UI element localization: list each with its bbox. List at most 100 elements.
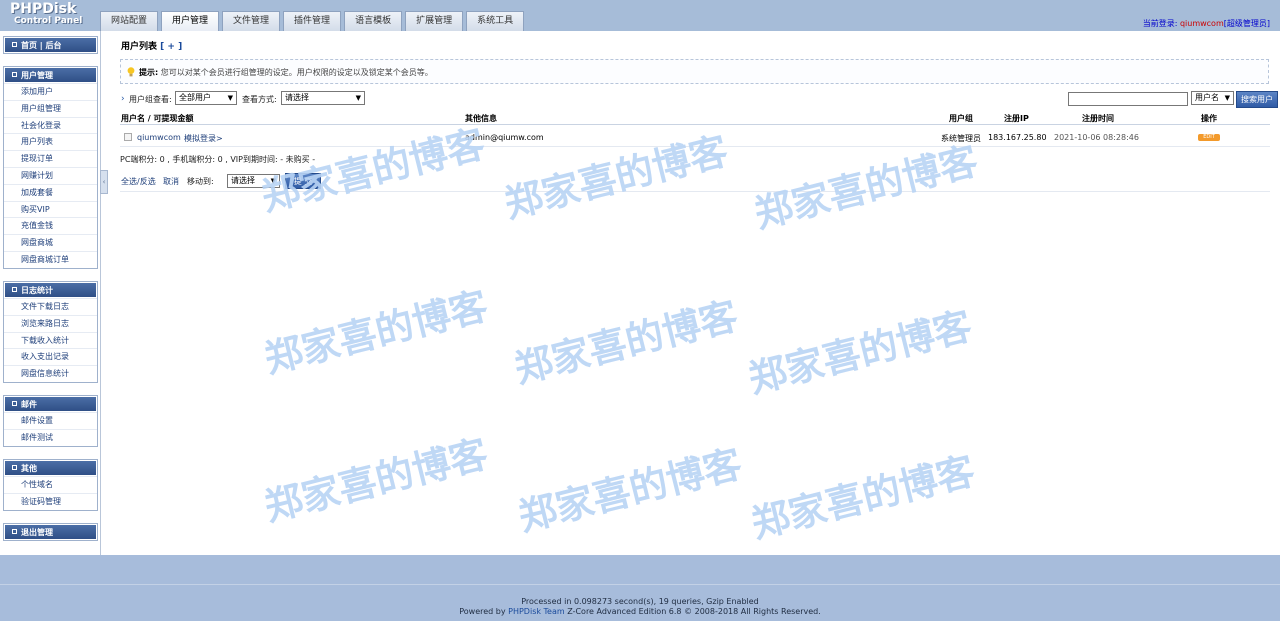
edit-button[interactable]: EDIT [1198,134,1220,141]
sidebar-section-header[interactable]: 其他 [4,460,97,476]
phpdisk-team-link[interactable]: PHPDisk Team [508,607,565,616]
sidebar-item-download-income[interactable]: 下载收入统计 [4,331,97,349]
tab-file-management[interactable]: 文件管理 [222,11,281,31]
sidebar-item-buy-vip[interactable]: 购买VIP [4,200,97,218]
footer-divider [0,584,1280,585]
chevron-down-icon: ▼ [1224,94,1230,102]
sidebar-item-captcha[interactable]: 验证码管理 [4,492,97,510]
tip-text: 提示: 您可以对某个会员进行组管理的设定。用户权限的设定以及锁定某个会员等。 [139,68,433,77]
sidebar-item-add-user[interactable]: 添加用户 [4,83,97,100]
user-email: admin@qiumw.com [465,133,544,142]
login-prefix: 当前登录: [1142,19,1178,28]
search-user-button[interactable]: 搜索用户 [1236,91,1278,108]
sidebar-section-header[interactable]: 日志统计 [4,282,97,298]
tab-extension-management[interactable]: 扩展管理 [405,11,464,31]
view-mode-select[interactable]: 请选择 ▼ [281,91,365,105]
sidebar-section-other: 其他 个性域名 验证码管理 [3,459,98,511]
group-filter-select[interactable]: 全部用户 ▼ [175,91,237,105]
main-content: 用户列表 [ + ] 提示: 您可以对某个会员进行组管理的设定。用户权限的设定以… [110,31,1278,555]
search-input[interactable] [1068,92,1188,106]
sidebar-item-disk-store[interactable]: 网盘商城 [4,234,97,251]
sidebar-home-link[interactable]: 首页 | 后台 [4,37,97,53]
bulk-actions: 全选/反选 取消 移动到: 请选择 ▼ 提 交 [120,172,1270,192]
sidebar-collapse-handle[interactable]: ‹ [100,170,108,194]
sidebar-item-bonus-package[interactable]: 加成套餐 [4,183,97,201]
sidebar-item-earn-plan[interactable]: 网赚计划 [4,166,97,184]
square-icon [12,465,17,470]
move-to-label: 移动到: [187,177,214,186]
register-ip: 183.167.25.80 [988,133,1047,142]
sidebar-section-logs: 日志统计 文件下载日志 浏览来路日志 下载收入统计 收入支出记录 网盘信息统计 [3,281,98,383]
select-all-link[interactable]: 全选/反选 [121,176,156,187]
login-role: [超级管理员] [1223,19,1270,28]
username-link[interactable]: qiumwcom [137,133,181,142]
sidebar-item-download-log[interactable]: 文件下载日志 [4,298,97,315]
sidebar-item-social-login[interactable]: 社会化登录 [4,116,97,134]
square-icon [12,401,17,406]
sidebar-item-withdraw-orders[interactable]: 提现订单 [4,150,97,167]
table-header: 用户名 / 可提现金额 其他信息 用户组 注册IP 注册时间 操作 [120,111,1270,125]
tab-system-tools[interactable]: 系统工具 [466,11,525,31]
impersonate-login-link[interactable]: 模拟登录> [184,133,223,144]
main-tabs: 网站配置 用户管理 文件管理 插件管理 语言模板 扩展管理 系统工具 [100,11,527,31]
page-title: 用户列表 [ + ] [121,42,183,52]
chevron-right-icon: › [121,94,125,104]
chevron-down-icon: ▼ [227,94,233,102]
column-header: 注册IP [1004,114,1029,123]
chevron-down-icon: ▼ [355,94,361,102]
square-icon [12,72,17,77]
current-login: 当前登录: qiumwcom[超级管理员] [1143,18,1270,29]
sidebar-section-mail: 邮件 邮件设置 邮件测试 [3,395,98,447]
sidebar-item-income-expense[interactable]: 收入支出记录 [4,348,97,365]
sidebar-home-box: 首页 | 后台 [3,36,98,54]
sidebar-item-disk-store-orders[interactable]: 网盘商城订单 [4,250,97,268]
sidebar-item-mail-settings[interactable]: 邮件设置 [4,412,97,429]
view-mode-label: 查看方式: [242,95,277,104]
tip-box: 提示: 您可以对某个会员进行组管理的设定。用户权限的设定以及锁定某个会员等。 [120,59,1269,84]
column-header: 用户组 [949,114,973,123]
points-info: PC端积分: 0 , 手机端积分: 0 , VIP到期时间: - 未购买 - [120,155,316,164]
footer-powered: Powered by PHPDisk Team Z-Core Advanced … [459,607,821,616]
group-filter-label: 用户组查看: [129,95,172,104]
column-header: 操作 [1201,114,1217,123]
filter-bar: › 用户组查看: 全部用户 ▼ 查看方式: 请选择 ▼ 用户名 ▼ 搜索用户 [120,91,1278,109]
tab-site-config[interactable]: 网站配置 [100,11,159,31]
login-user-link[interactable]: qiumwcom [1180,19,1224,28]
sidebar-item-mail-test[interactable]: 邮件测试 [4,428,97,446]
logo-subtitle: Control Panel [14,16,83,26]
square-icon [12,42,17,47]
register-time: 2021-10-06 08:28:46 [1054,133,1139,142]
tab-plugin-management[interactable]: 插件管理 [283,11,342,31]
add-user-link[interactable]: [ + ] [160,42,182,52]
logo-title: PHPDisk [10,1,77,17]
sidebar-logout-link[interactable]: 退出管理 [4,524,97,540]
footer: Processed in 0.098273 second(s), 19 quer… [0,555,1280,621]
sidebar-item-recharge[interactable]: 充值金钱 [4,217,97,234]
chevron-down-icon: ▼ [270,177,276,185]
table-row: qiumwcom 模拟登录> admin@qiumw.com 系统管理员 183… [120,130,1270,147]
square-icon [12,287,17,292]
sidebar-section-header[interactable]: 邮件 [4,396,97,412]
sidebar-item-user-groups[interactable]: 用户组管理 [4,99,97,117]
column-header: 用户名 / 可提现金额 [121,114,194,123]
tab-language-template[interactable]: 语言模板 [344,11,403,31]
user-group: 系统管理员 [941,134,981,143]
sidebar-logout-box: 退出管理 [3,523,98,541]
sidebar-section-header[interactable]: 用户管理 [4,67,97,83]
move-to-select[interactable]: 请选择 ▼ [227,174,280,188]
sidebar-item-custom-domain[interactable]: 个性域名 [4,476,97,493]
sidebar-section-users: 用户管理 添加用户 用户组管理 社会化登录 用户列表 提现订单 网赚计划 加成套… [3,66,98,269]
square-icon [12,529,17,534]
phpdisk-logo[interactable]: PHPDisk Control Panel [10,2,90,27]
sidebar-item-user-list[interactable]: 用户列表 [4,133,97,150]
top-bar: PHPDisk Control Panel 网站配置 用户管理 文件管理 插件管… [0,0,1280,31]
sidebar: 首页 | 后台 用户管理 添加用户 用户组管理 社会化登录 用户列表 提现订单 … [0,31,101,555]
cancel-link[interactable]: 取消 [163,176,179,187]
search-type-select[interactable]: 用户名 ▼ [1191,91,1234,105]
submit-button[interactable]: 提 交 [285,173,321,189]
sidebar-item-referer-log[interactable]: 浏览来路日志 [4,314,97,332]
footer-processed: Processed in 0.098273 second(s), 19 quer… [521,597,759,606]
sidebar-item-disk-stats[interactable]: 网盘信息统计 [4,365,97,382]
tab-user-management[interactable]: 用户管理 [161,11,220,31]
row-checkbox[interactable] [124,133,132,141]
